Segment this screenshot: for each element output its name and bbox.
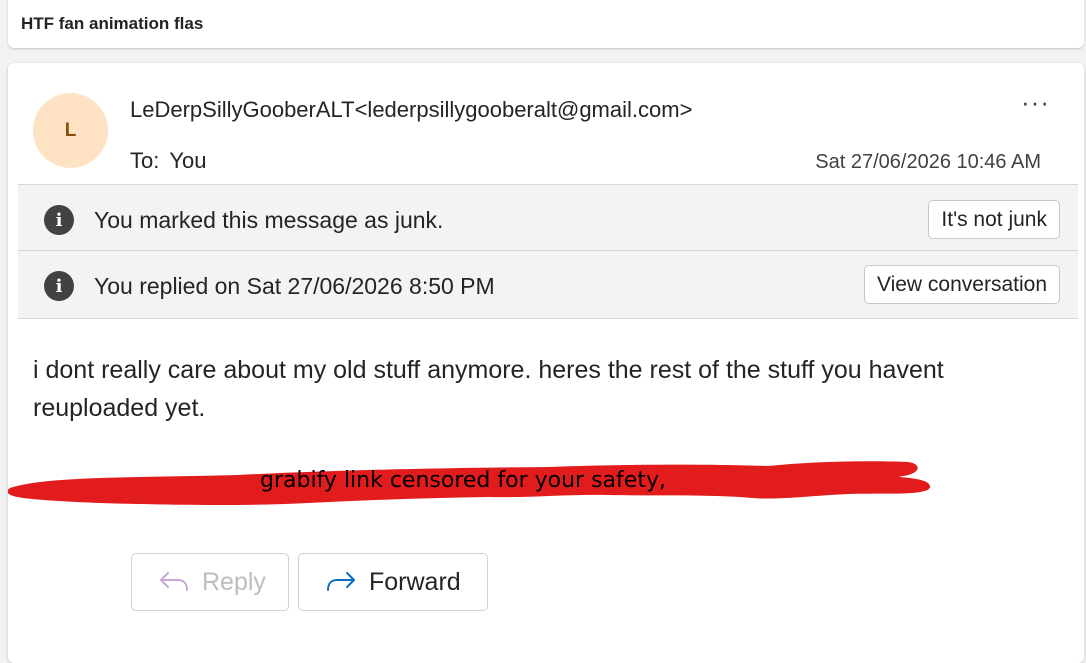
forward-arrow-icon [327, 572, 355, 591]
reply-arrow-icon [160, 572, 188, 591]
forward-label: Forward [369, 567, 461, 596]
not-junk-button[interactable]: It's not junk [928, 200, 1060, 239]
replied-banner: i You replied on Sat 27/06/2026 8:50 PM … [18, 250, 1078, 319]
reply-button[interactable]: Reply [131, 553, 289, 611]
more-actions-button[interactable]: ··· [1021, 89, 1050, 115]
info-icon: i [44, 205, 74, 235]
message-body: i dont really care about my old stuff an… [33, 356, 944, 422]
redaction-note: grabify link censored for your safety, [260, 468, 666, 493]
subject-header: HTF fan animation flas [8, 0, 1084, 48]
recipient-name[interactable]: You [169, 148, 206, 173]
message-date: Sat 27/06/2026 10:46 AM [815, 151, 1041, 173]
avatar[interactable]: L [33, 93, 108, 168]
junk-banner: i You marked this message as junk. It's … [18, 184, 1078, 250]
info-icon: i [44, 271, 74, 301]
view-conversation-button[interactable]: View conversation [863, 265, 1060, 304]
sender-name[interactable]: LeDerpSillyGooberALT<lederpsillygooberal… [130, 97, 692, 123]
reply-label: Reply [202, 567, 266, 596]
to-label: To: [130, 148, 160, 173]
junk-banner-text: You marked this message as junk. [94, 207, 444, 233]
replied-banner-text: You replied on Sat 27/06/2026 8:50 PM [94, 273, 495, 299]
forward-button[interactable]: Forward [298, 553, 488, 611]
recipient-line: To: You [130, 148, 206, 174]
subject-title: HTF fan animation flas [21, 14, 204, 33]
message-card: L LeDerpSillyGooberALT<lederpsillygoober… [8, 63, 1084, 663]
